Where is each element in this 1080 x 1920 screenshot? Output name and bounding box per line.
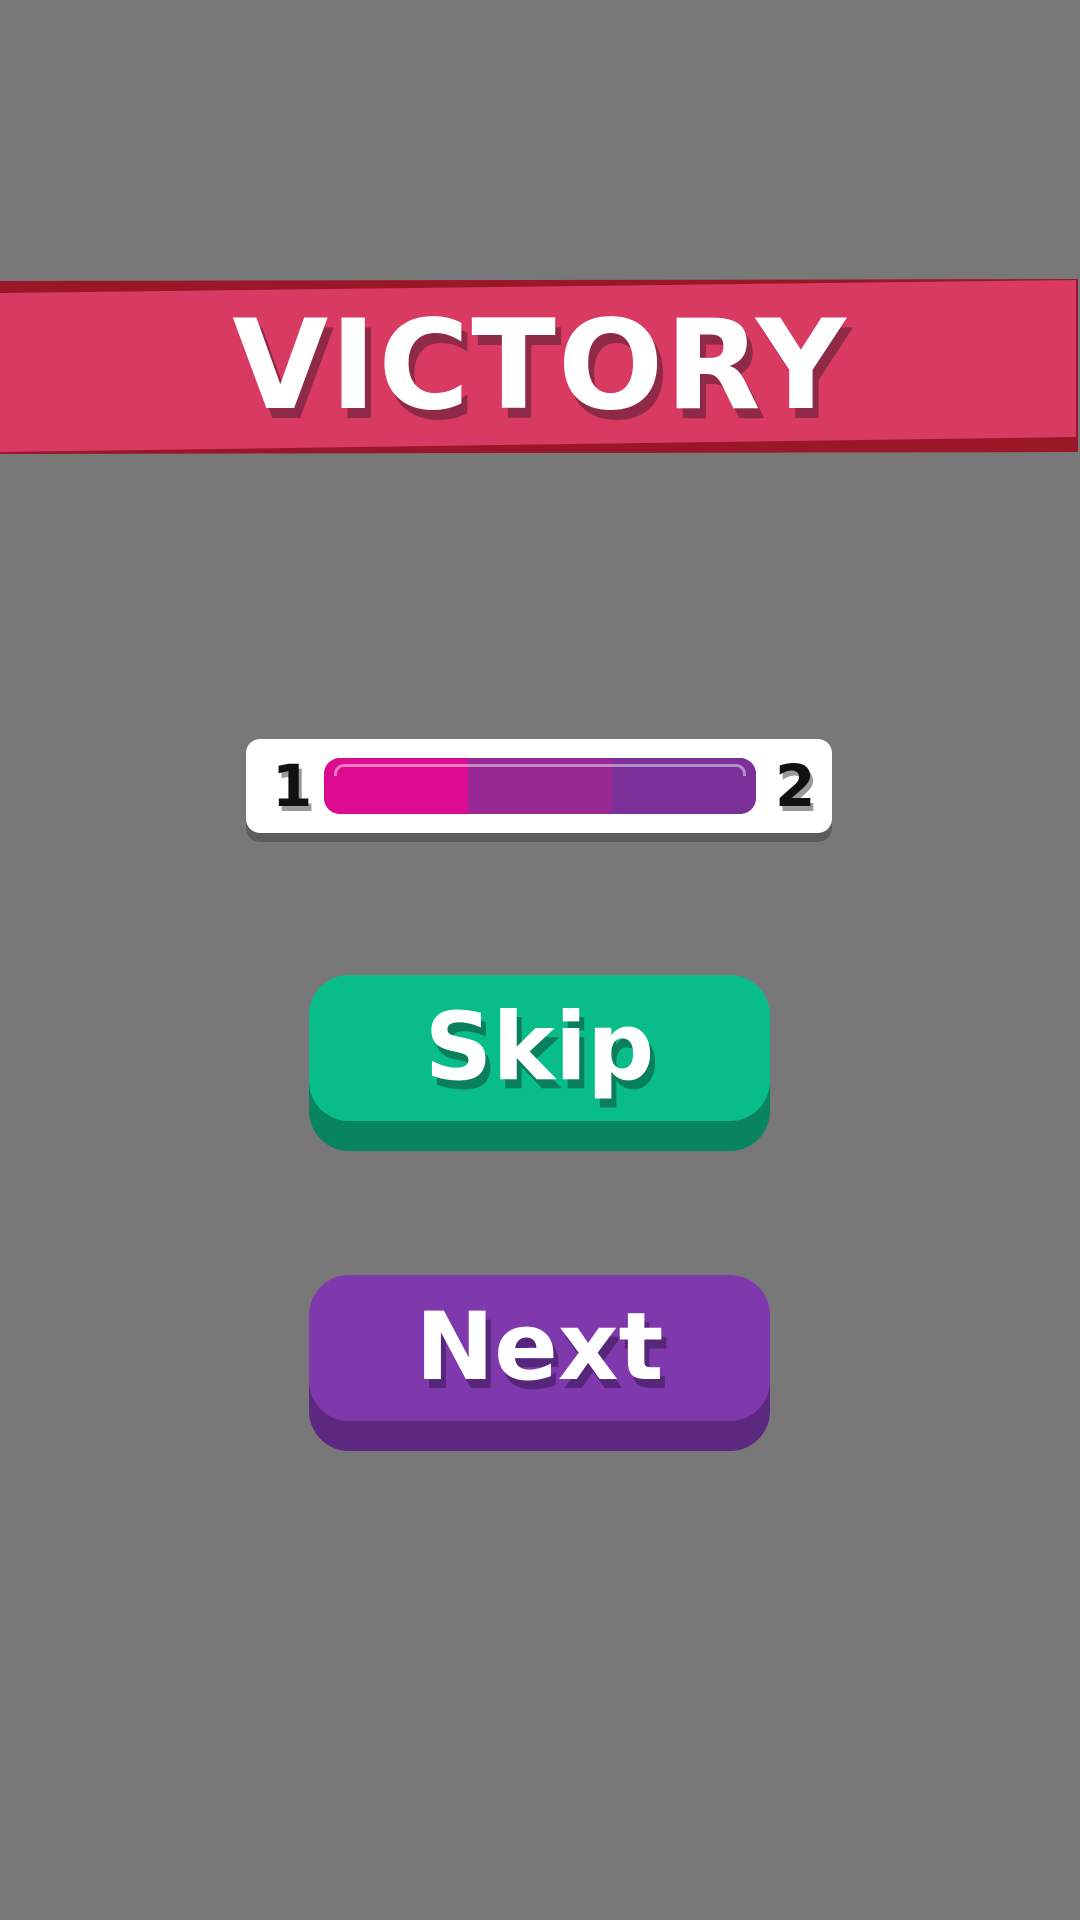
current-level-number: 1 bbox=[272, 752, 313, 820]
victory-banner: VICTORY bbox=[0, 279, 1080, 454]
progress-segment bbox=[612, 758, 756, 814]
victory-title: VICTORY bbox=[232, 294, 848, 438]
next-button-label: Next bbox=[415, 1293, 664, 1402]
progress-segment bbox=[468, 758, 612, 814]
next-button[interactable]: Next bbox=[309, 1275, 770, 1421]
skip-button-label: Skip bbox=[424, 993, 655, 1102]
level-progress-panel: 1 2 bbox=[246, 739, 832, 833]
progress-segment bbox=[324, 758, 468, 814]
next-level-number: 2 bbox=[775, 752, 816, 820]
skip-button[interactable]: Skip bbox=[309, 975, 770, 1121]
level-progress-bar bbox=[324, 758, 756, 814]
